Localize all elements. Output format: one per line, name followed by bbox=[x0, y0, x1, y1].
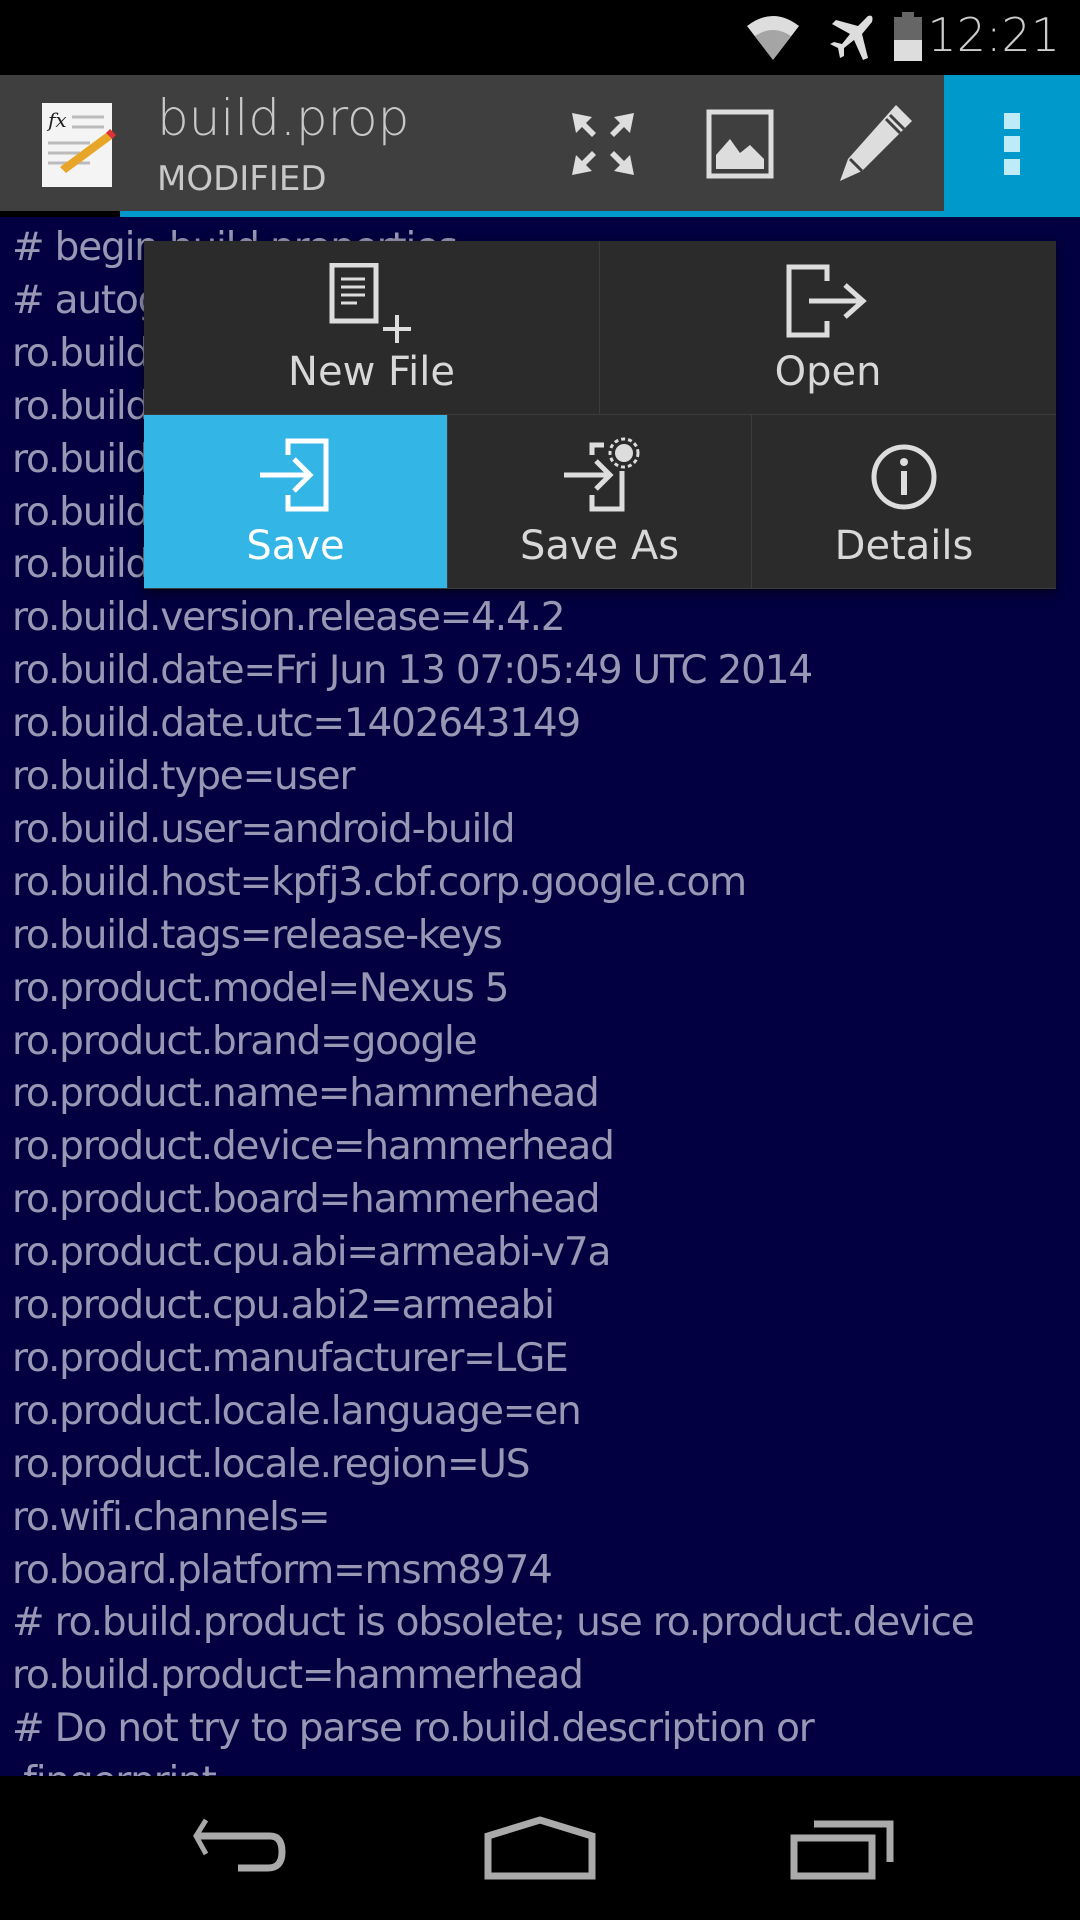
app-logo-icon[interactable]: fx bbox=[40, 101, 116, 189]
editor-line: ro.product.cpu.abi2=armeabi bbox=[12, 1283, 555, 1328]
airplane-mode-icon bbox=[830, 15, 873, 61]
image-icon[interactable] bbox=[706, 109, 774, 179]
status-bar: 12:21 bbox=[0, 0, 1080, 75]
action-bar: fx build.prop MODIFIED bbox=[0, 75, 944, 211]
editor-line: ro.product.name=hammerhead bbox=[12, 1071, 600, 1117]
home-icon[interactable] bbox=[484, 1816, 596, 1880]
navigation-bar bbox=[0, 1776, 1080, 1920]
menu-item-label: Open bbox=[774, 349, 882, 395]
editor-line: ro.wifi.channels= bbox=[12, 1494, 331, 1540]
menu-item-save-as[interactable]: Save As bbox=[448, 415, 752, 589]
overflow-menu-button[interactable] bbox=[944, 75, 1080, 217]
wifi-icon bbox=[747, 16, 799, 60]
editor-line: ro.build.date=Fri Jun 13 07:05:49 UTC 20… bbox=[12, 648, 813, 694]
editor-line: # Do not try to parse ro.build.descripti… bbox=[12, 1706, 815, 1752]
editor-line: ro.build.date.utc=1402643149 bbox=[12, 701, 581, 747]
file-menu-popup: New File Open Save Save As Details bbox=[144, 241, 1056, 589]
editor-line: ro.product.board=hammerhead bbox=[12, 1177, 601, 1223]
editor-line: ro.product.model=Nexus 5 bbox=[12, 965, 509, 1011]
editor-line: ro.product.brand=google bbox=[12, 1018, 478, 1064]
editor-line: # ro.build.product is obsolete; use ro.p… bbox=[12, 1600, 975, 1646]
menu-item-open[interactable]: Open bbox=[600, 241, 1056, 415]
editor-line: ro.board.platform=msm8974 bbox=[12, 1547, 553, 1593]
menu-item-label: New File bbox=[288, 349, 455, 395]
menu-item-save[interactable]: Save bbox=[144, 415, 448, 589]
overflow-menu-icon bbox=[1004, 113, 1020, 175]
save-as-icon bbox=[563, 437, 639, 512]
menu-item-label: Save As bbox=[519, 523, 680, 569]
editor-line: ro.build.user=android-build bbox=[12, 806, 516, 852]
editor-line: ro.product.device=hammerhead bbox=[12, 1124, 615, 1170]
editor-line: ro.build.type=user bbox=[12, 754, 356, 799]
file-title: build.prop bbox=[157, 89, 410, 147]
menu-item-label: Save bbox=[246, 523, 345, 569]
editor-line: ro.build.host=kpfj3.cbf.corp.google.com bbox=[12, 859, 747, 905]
editor-line: ro.build.version.release=4.4.2 bbox=[12, 595, 566, 641]
file-status: MODIFIED bbox=[157, 159, 327, 199]
back-icon[interactable] bbox=[190, 1816, 290, 1876]
edit-pencil-icon[interactable] bbox=[838, 103, 914, 183]
recents-icon[interactable] bbox=[790, 1816, 896, 1880]
editor-line: ro.product.manufacturer=LGE bbox=[12, 1335, 569, 1381]
editor-line: .fingerprint bbox=[12, 1759, 217, 1776]
info-icon bbox=[871, 444, 937, 510]
editor-line: ro.product.locale.language=en bbox=[12, 1388, 582, 1434]
menu-item-new-file[interactable]: New File bbox=[144, 241, 600, 415]
editor-line: ro.build.tags=release-keys bbox=[12, 912, 503, 958]
editor-line: ro.build.product=hammerhead bbox=[12, 1653, 584, 1699]
save-icon bbox=[259, 438, 328, 512]
menu-item-details[interactable]: Details bbox=[752, 415, 1056, 589]
editor-line: ro.product.cpu.abi=armeabi-v7a bbox=[12, 1230, 611, 1276]
open-icon bbox=[786, 264, 867, 338]
new-file-icon bbox=[329, 263, 411, 343]
clock: 12:21 bbox=[927, 8, 1060, 62]
svg-text:fx: fx bbox=[46, 108, 67, 132]
fullscreen-icon[interactable] bbox=[570, 111, 636, 177]
editor-line: ro.product.locale.region=US bbox=[12, 1441, 531, 1487]
battery-icon bbox=[894, 12, 922, 61]
menu-item-label: Details bbox=[834, 523, 974, 569]
